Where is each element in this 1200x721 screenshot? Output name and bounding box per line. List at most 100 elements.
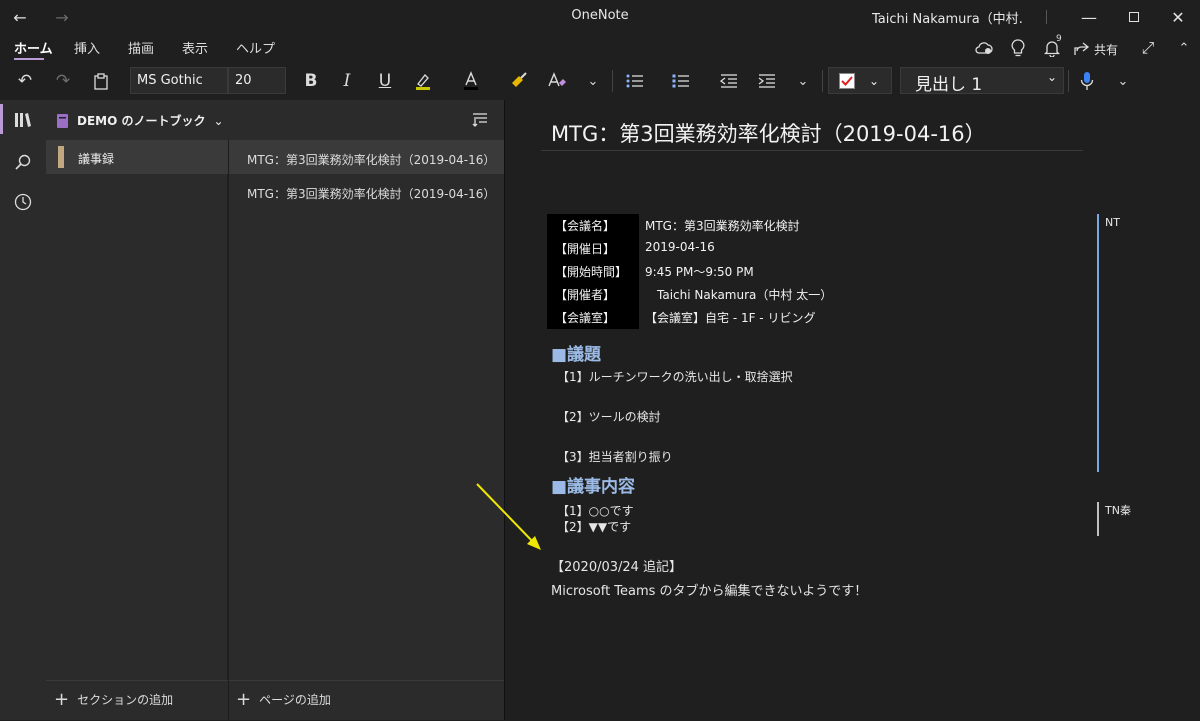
share-label: 共有 [1094,42,1119,57]
highlight-button[interactable] [408,66,438,96]
redo-button[interactable]: ↷ [48,66,78,96]
table-label: 【開催日】 [547,237,639,260]
add-section-button[interactable]: + セクションの追加 [54,690,173,708]
section-label: 議事録 [78,152,115,166]
undo-button[interactable]: ↶ [10,66,40,96]
page-title[interactable]: MTG：第3回業務効率化検討（2019-04-16） [551,118,986,148]
recent-button[interactable] [0,182,46,222]
tab-view[interactable]: 表示 [182,38,208,57]
tab-help[interactable]: ヘルプ [236,38,275,57]
divider [822,70,823,92]
notifications-button[interactable]: 9 [1038,34,1066,62]
tab-insert[interactable]: 挿入 [74,38,100,57]
agenda-item[interactable]: 【2】ツールの検討 [557,408,661,425]
tag-dropdown[interactable]: ⌄ [828,67,892,94]
sort-icon [472,113,487,127]
increase-indent-button[interactable] [752,66,782,96]
agenda-item[interactable]: 【1】ルーチンワークの洗い出し・取捨選択 [557,368,793,385]
divider [1068,70,1069,92]
author-initials: TN秦 [1105,504,1131,517]
formatting-toolbar: ↶ ↷ MS Gothic 20 B I U ⌄ ⌄ ⌄ 見出し 1 ⌄ ⌄ [0,62,1200,100]
sync-status-button[interactable] [970,34,998,62]
bulleted-list-icon [626,74,643,88]
pages-list: MTG：第3回業務効率化検討（2019-04-16） MTG：第3回業務効率化検… [229,140,504,680]
clock-icon [14,193,32,211]
table-value[interactable]: 9:45 PM～9:50 PM [645,263,754,280]
redo-icon: ↷ [55,71,71,91]
search-button[interactable] [0,142,46,182]
clipboard-icon [94,72,108,90]
clear-formatting-button[interactable] [542,66,572,96]
notebooks-button[interactable] [0,100,46,140]
sort-pages-button[interactable] [472,111,488,131]
font-name-box[interactable]: MS Gothic [130,67,228,94]
minimize-button[interactable]: — [1066,0,1112,34]
italic-icon: I [343,71,351,91]
italic-button[interactable]: I [332,66,362,96]
minutes-item[interactable]: 【2】▼▼です [557,518,631,535]
minutes-item[interactable]: 【1】○○です [557,502,634,519]
sections-list: 議事録 [46,140,228,680]
minutes-heading[interactable]: ■議事内容 [551,472,635,497]
maximize-button[interactable] [1112,0,1156,34]
decrease-indent-button[interactable] [714,66,744,96]
style-dropdown[interactable]: 見出し 1 ⌄ [900,67,1064,95]
author-indicator-bar [1097,502,1099,536]
table-value[interactable]: MTG：第3回業務効率化検討 [645,217,800,234]
section-color-tab [58,146,64,168]
section-item[interactable]: 議事録 [46,140,228,174]
more-options-button[interactable]: ⌄ [1108,66,1138,96]
table-value[interactable]: 【会議室】自宅 - 1F - リビング [645,309,815,326]
forward-button[interactable]: → [42,0,82,34]
note-header[interactable]: 【2020/03/24 追記】 [551,556,682,575]
notebooks-icon [15,113,31,127]
page-item[interactable]: MTG：第3回業務効率化検討（2019-04-16） [229,174,504,208]
agenda-heading[interactable]: ■議題 [551,340,601,365]
divider [1046,10,1047,24]
agenda-item[interactable]: 【3】担当者割り振り [557,448,673,465]
ribbon-collapse-button[interactable]: ⌃ [1170,34,1198,62]
outdent-icon [720,74,737,88]
font-size-box[interactable]: 20 [228,67,286,94]
style-label: 見出し 1 [915,75,983,95]
dictate-button[interactable] [1072,66,1102,96]
more-paragraph-options-button[interactable]: ⌄ [788,66,818,96]
underline-icon: U [378,71,392,91]
add-page-button[interactable]: + ページの追加 [236,690,331,708]
back-button[interactable]: ← [0,0,40,34]
more-text-options-button[interactable]: ⌄ [578,66,608,96]
notebook-header: DEMO のノートブック ⌄ [46,100,504,140]
font-color-icon [464,71,478,90]
tab-home[interactable]: ホーム [14,38,53,57]
notebook-picker[interactable]: DEMO のノートブック ⌄ [56,112,224,129]
font-color-button[interactable] [456,66,486,96]
tell-me-button[interactable] [1004,34,1032,62]
indent-icon [758,74,775,88]
note-body[interactable]: Microsoft Teams のタブから編集できないようです！ [551,580,867,599]
close-button[interactable]: ✕ [1156,0,1200,34]
tab-draw[interactable]: 描画 [128,38,154,57]
divider [228,141,229,721]
numbered-list-icon [672,74,689,88]
table-value[interactable]: Taichi Nakamura（中村 太一） [645,286,832,303]
share-button[interactable]: 共有 [1074,38,1118,60]
notebook-icon [57,113,68,128]
page-canvas[interactable]: MTG：第3回業務効率化検討（2019-04-16） 【会議名】 MTG：第3回… [476,100,1200,720]
search-icon [15,154,31,170]
navigation-rail [0,100,46,720]
undo-icon: ↶ [17,71,33,91]
divider [612,70,613,92]
paste-button[interactable] [86,66,116,96]
bold-button[interactable]: B [296,66,326,96]
numbering-button[interactable] [666,66,696,96]
paintbrush-icon [512,72,527,87]
rail-active-indicator [0,104,3,134]
page-item[interactable]: MTG：第3回業務効率化検討（2019-04-16） [229,140,504,174]
full-page-view-button[interactable]: ⤢ [1134,34,1162,62]
user-account[interactable]: Taichi Nakamura（中村… [872,8,1022,27]
table-value[interactable]: 2019-04-16 [645,240,715,254]
bullets-button[interactable] [620,66,650,96]
format-painter-button[interactable] [504,66,534,96]
chevron-down-icon: ⌄ [213,113,224,128]
underline-button[interactable]: U [370,66,400,96]
